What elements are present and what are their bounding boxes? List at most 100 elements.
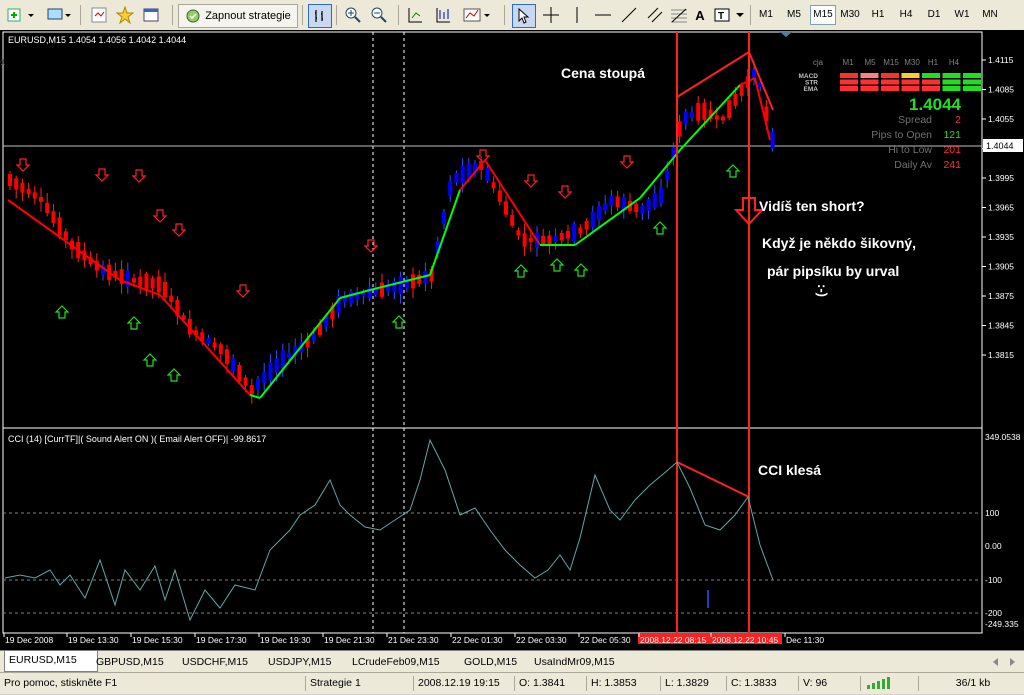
timeframe-mn[interactable]: MN — [978, 6, 1002, 24]
tab-scroll-right-icon[interactable] — [1006, 655, 1018, 667]
strategy-button[interactable]: Zapnout strategie — [178, 4, 298, 28]
panel-signal-cell — [881, 86, 899, 91]
chart-tab[interactable]: UsaIndMr09,M15 — [530, 653, 636, 671]
profiles-icon[interactable] — [44, 4, 74, 26]
panel-tf-header: M15 — [883, 58, 899, 67]
price-axis-label: 1.3995 — [988, 173, 1014, 183]
candle — [268, 362, 273, 381]
down-arrow-icon — [523, 174, 539, 188]
crosshair-icon[interactable] — [540, 4, 562, 26]
market-watch-icon[interactable] — [88, 4, 110, 26]
status-volume: V: 96 — [798, 676, 858, 691]
candle — [8, 174, 12, 186]
candle — [677, 121, 682, 137]
panel-stat-label: Spread — [898, 114, 932, 126]
ma-segment — [7, 199, 121, 281]
text-label-icon[interactable]: T — [712, 4, 732, 26]
candle — [510, 214, 515, 226]
panel-tf-header: M1 — [842, 58, 854, 67]
candle — [497, 190, 502, 202]
chart-tab[interactable]: USDCHF,M15 — [178, 653, 268, 671]
time-axis-label: 22 Dec 01:30 — [452, 635, 503, 645]
price-chart[interactable]: Cena stoupá Vidíš ten short? Když je něk… — [0, 30, 1024, 650]
cci-axis-label: -100 — [985, 575, 1002, 585]
panel-signal-cell — [922, 86, 940, 91]
text-tool-icon[interactable]: A — [690, 4, 710, 26]
strategy-icon — [186, 9, 200, 23]
time-axis-label: 19 Dec 15:30 — [132, 635, 183, 645]
panel-stat-value: 241 — [943, 159, 961, 171]
chart-shift-marker[interactable] — [780, 32, 792, 37]
time-axis-label: 19 Dec 19:30 — [260, 635, 311, 645]
vertical-line-icon[interactable] — [566, 4, 588, 26]
candlesticks — [8, 60, 775, 404]
tab-scroll-left-icon[interactable] — [990, 655, 1002, 667]
panel-signal-cell — [942, 79, 961, 85]
current-price-tag-label: 1.4044 — [986, 141, 1014, 151]
panel-tf-header: H4 — [949, 58, 960, 67]
price-divergence-line — [676, 51, 750, 98]
cci-header: CCI (14) [CurrTF]|( Sound Alert ON )( Em… — [8, 434, 266, 444]
candle — [150, 278, 155, 289]
candle — [237, 365, 242, 382]
candle — [262, 372, 267, 384]
timeframe-d1[interactable]: D1 — [922, 6, 946, 24]
candle — [169, 295, 174, 302]
timeframe-m5[interactable]: M5 — [782, 6, 806, 24]
connection-bars-icon — [860, 676, 915, 691]
auto-scroll-icon[interactable] — [404, 4, 426, 26]
arrows-dropdown-icon[interactable] — [732, 4, 748, 26]
channel-icon[interactable] — [644, 4, 666, 26]
chart-tab[interactable]: LCrudeFeb09,M15 — [348, 653, 464, 671]
panel-stat-label: Hi to Low — [888, 144, 932, 156]
panel-signal-cell — [963, 73, 981, 78]
main-toolbar: Zapnout strategie A T M1 M5 M15 M30 H1 H… — [0, 0, 1024, 31]
candle — [26, 189, 31, 195]
moving-average — [7, 77, 771, 399]
chart-tab[interactable]: EURUSD,M15 — [4, 651, 98, 672]
chart-tab[interactable]: GOLD,M15 — [460, 653, 534, 671]
new-chart-icon[interactable] — [4, 4, 38, 26]
chart-shift-icon[interactable] — [432, 4, 454, 26]
candle — [138, 276, 143, 287]
timeframe-m30[interactable]: M30 — [838, 6, 862, 24]
candle — [504, 201, 508, 215]
candle — [57, 217, 62, 236]
panel-signal-cell — [922, 73, 940, 78]
navigator-icon[interactable] — [114, 4, 136, 26]
terminal-icon[interactable] — [140, 4, 162, 26]
timeframe-h4[interactable]: H4 — [894, 6, 918, 24]
zoom-in-icon[interactable] — [342, 4, 364, 26]
candle — [14, 178, 19, 190]
fibonacci-icon[interactable] — [668, 4, 690, 26]
signal-panel: cjaM1M5M15M30H1H4D1MACDSTREMA — [0, 58, 981, 93]
toolbar-separator — [750, 5, 751, 25]
timeframe-m1[interactable]: M1 — [754, 6, 778, 24]
zoom-out-icon[interactable] — [368, 4, 390, 26]
time-axis-label: 21 Dec 23:30 — [388, 635, 439, 645]
candle — [566, 230, 570, 239]
candle — [652, 193, 657, 208]
chart-tab[interactable]: GBPUSD,M15 — [92, 653, 182, 671]
down-arrow-icon — [619, 155, 635, 169]
candle — [249, 385, 254, 395]
cursor-icon[interactable] — [512, 4, 536, 28]
candle — [491, 182, 496, 189]
timeframe-m15[interactable]: M15 — [810, 5, 836, 25]
panel-signal-cell — [901, 73, 920, 78]
trendline-icon[interactable] — [618, 4, 640, 26]
panel-signal-cell — [963, 86, 981, 91]
up-arrow-icon — [166, 368, 182, 382]
bar-chart-icon[interactable] — [308, 4, 332, 28]
chart-tab[interactable]: USDJPY,M15 — [264, 653, 352, 671]
horizontal-line-icon[interactable] — [592, 4, 614, 26]
indicators-icon[interactable] — [460, 4, 494, 26]
cci-line — [4, 438, 774, 622]
timeframe-w1[interactable]: W1 — [950, 6, 974, 24]
down-arrow-icon — [15, 158, 31, 172]
candle — [287, 352, 291, 358]
chart-window[interactable]: Cena stoupá Vidíš ten short? Když je něk… — [0, 30, 1024, 650]
time-axis-label: 19 Dec 17:30 — [196, 635, 247, 645]
timeframe-h1[interactable]: H1 — [866, 6, 890, 24]
toolbar-separator — [336, 5, 337, 25]
